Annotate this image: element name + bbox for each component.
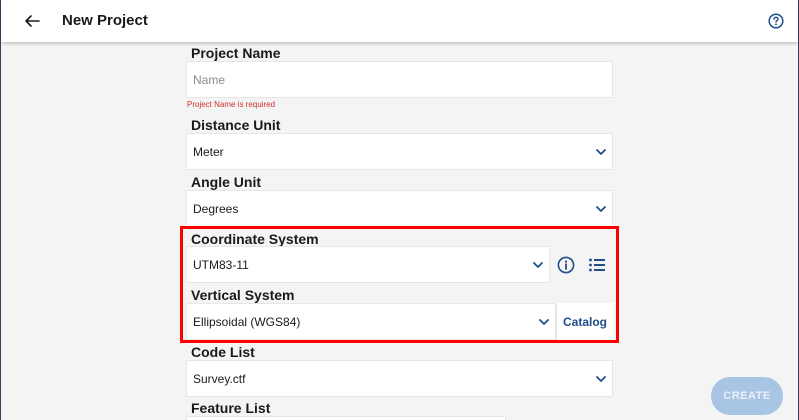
help-button[interactable] — [766, 11, 786, 31]
app-bar: New Project — [1, 0, 798, 42]
feature-list-label: Feature List — [191, 400, 271, 416]
catalog-button[interactable]: Catalog — [556, 303, 613, 340]
coordinate-system-select[interactable]: UTM83-11 — [186, 246, 550, 283]
vertical-system-value: Ellipsoidal (WGS84) — [193, 315, 301, 329]
feature-list-select[interactable] — [186, 416, 506, 420]
chevron-down-icon — [594, 372, 608, 386]
info-circle-icon — [557, 256, 575, 274]
angle-unit-label: Angle Unit — [191, 174, 261, 190]
back-button[interactable] — [21, 10, 43, 32]
code-list-value: Survey.ctf — [193, 372, 246, 386]
project-form: Project Name Project Name is required Di… — [0, 0, 799, 420]
coordinate-system-value: UTM83-11 — [193, 258, 249, 272]
vertical-system-select[interactable]: Ellipsoidal (WGS84) — [186, 303, 556, 340]
page-title: New Project — [62, 12, 148, 29]
help-circle-icon — [768, 13, 784, 29]
chevron-down-icon — [594, 202, 608, 216]
chevron-down-icon — [531, 258, 545, 272]
project-name-error: Project Name is required — [187, 100, 276, 109]
code-list-select[interactable]: Survey.ctf — [186, 360, 613, 397]
distance-unit-select[interactable]: Meter — [186, 133, 613, 170]
list-icon — [589, 258, 605, 272]
project-name-input[interactable] — [187, 62, 612, 97]
distance-unit-value: Meter — [193, 145, 224, 159]
arrow-left-icon — [25, 15, 40, 27]
create-button[interactable]: CREATE — [711, 377, 783, 415]
code-list-label: Code List — [191, 344, 255, 360]
vertical-system-label: Vertical System — [191, 287, 295, 303]
chevron-down-icon — [537, 315, 551, 329]
project-name-field[interactable] — [186, 61, 613, 98]
project-name-label: Project Name — [191, 45, 281, 61]
angle-unit-select[interactable]: Degrees — [186, 190, 613, 227]
coordinate-info-button[interactable] — [555, 254, 577, 276]
distance-unit-label: Distance Unit — [191, 117, 281, 133]
coordinate-list-button[interactable] — [586, 254, 608, 276]
coordinate-system-label: Coordinate System — [191, 231, 319, 247]
chevron-down-icon — [594, 145, 608, 159]
angle-unit-value: Degrees — [193, 202, 239, 216]
